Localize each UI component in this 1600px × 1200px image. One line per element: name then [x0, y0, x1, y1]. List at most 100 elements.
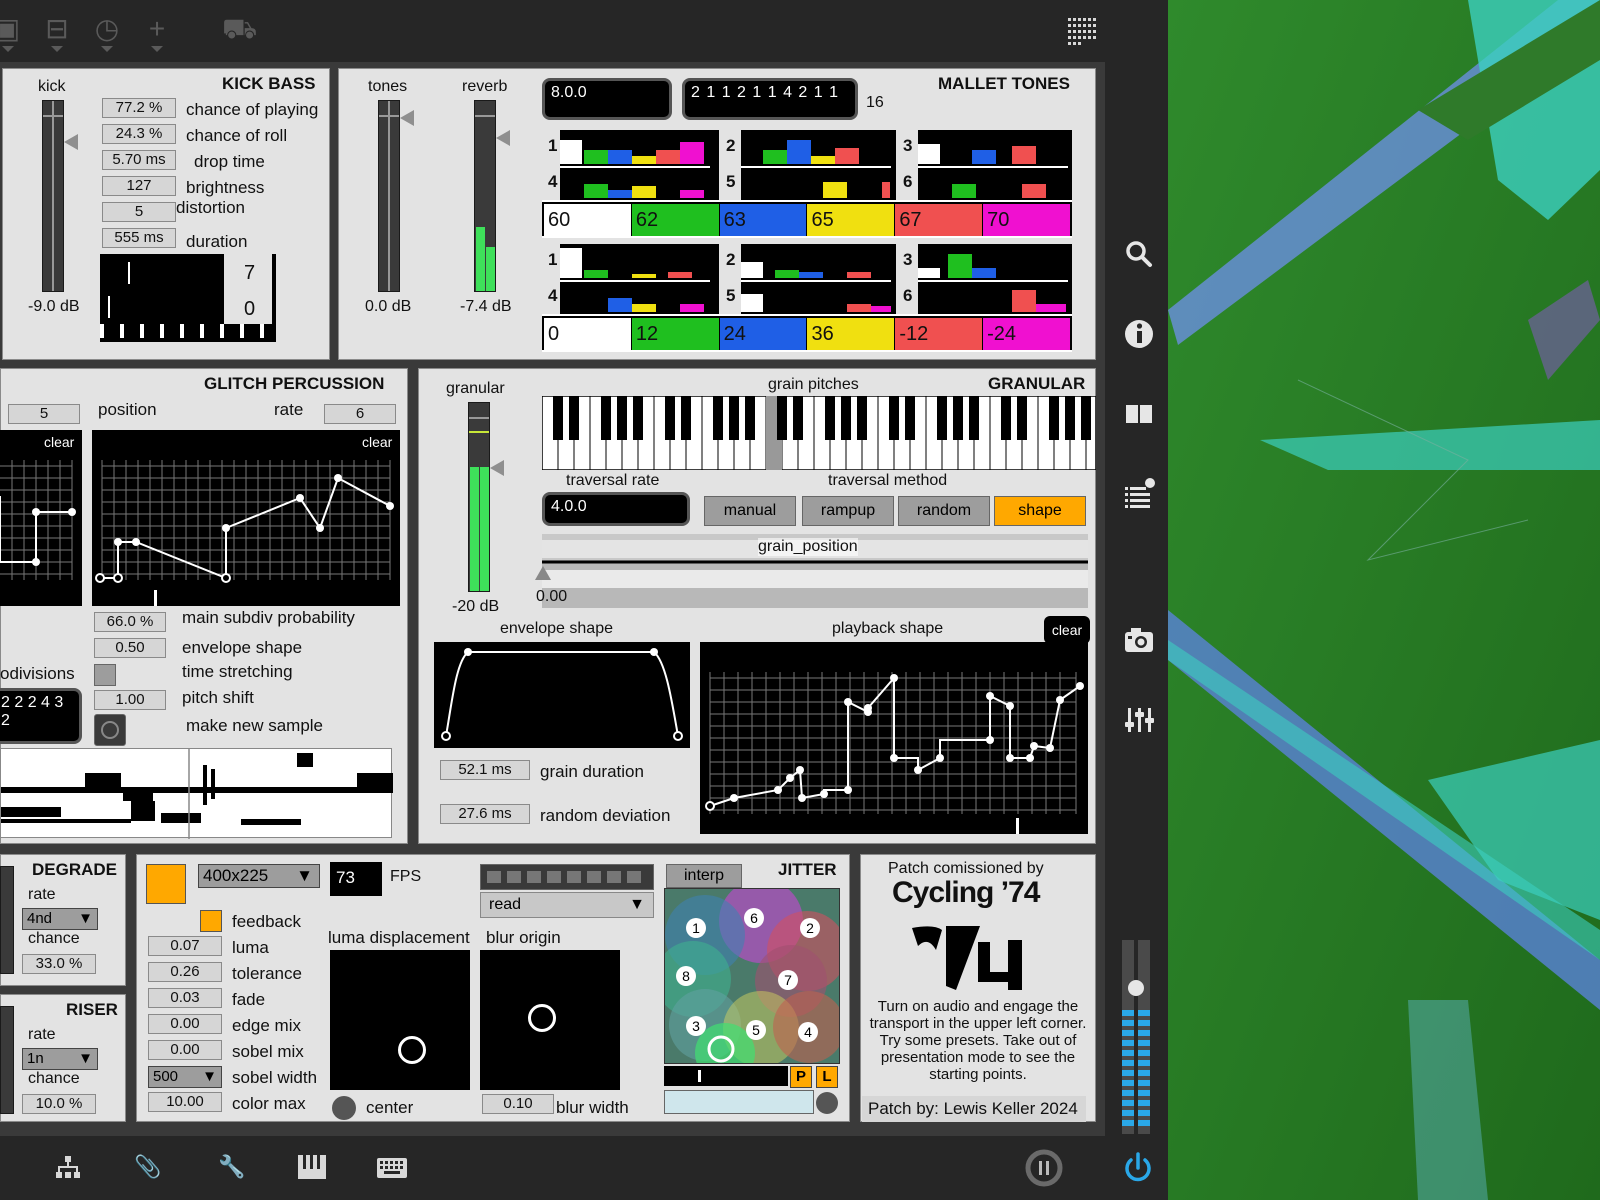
offset-value[interactable]: -12 — [895, 318, 984, 350]
note-value[interactable]: 62 — [631, 204, 720, 236]
method-shape-button[interactable]: shape — [994, 496, 1086, 526]
make-new-sample-button[interactable] — [94, 714, 126, 746]
resolution-dropdown[interactable]: 400x225 ▼ — [198, 864, 320, 888]
grain-duration-field[interactable]: 52.1 ms — [440, 760, 530, 780]
preset-node[interactable]: 1 — [686, 918, 706, 938]
grain-pitches-keyboard[interactable] — [541, 395, 1097, 471]
luma-field[interactable]: 0.07 — [148, 936, 222, 956]
loop-toggle[interactable]: L — [816, 1066, 838, 1088]
add-clip-icon[interactable]: 📎 — [128, 1150, 168, 1184]
blur-handle[interactable] — [528, 1004, 556, 1032]
blur-origin-pad[interactable] — [480, 950, 620, 1090]
cpu-gauge-icon[interactable] — [1024, 1148, 1064, 1188]
note-value[interactable]: 60 — [544, 204, 632, 236]
preset-node[interactable]: 6 — [744, 908, 764, 928]
grid-icon[interactable] — [1066, 14, 1102, 48]
master-volume-meter[interactable] — [1120, 940, 1154, 1134]
time-stretching-toggle[interactable] — [94, 664, 116, 686]
glitch-step-editor-left[interactable] — [0, 430, 82, 606]
subdiv-probability-field[interactable]: 66.0 % — [94, 612, 166, 632]
minus-box-icon[interactable]: ⊟ — [40, 12, 74, 46]
note-value[interactable]: 63 — [719, 204, 808, 236]
play-toggle[interactable]: P — [790, 1066, 812, 1088]
camera-icon[interactable] — [1121, 622, 1157, 658]
search-icon[interactable] — [1121, 236, 1157, 272]
offset-value[interactable]: 24 — [719, 318, 808, 350]
preset-node[interactable]: 5 — [746, 1020, 766, 1040]
clear-button[interactable]: clear — [362, 434, 392, 450]
sobel-width-dropdown[interactable]: 500 ▼ — [148, 1066, 222, 1088]
wrench-icon[interactable]: 🔧 — [212, 1150, 252, 1184]
interp-button[interactable]: interp — [666, 864, 742, 888]
note-value[interactable]: 65 — [807, 204, 896, 236]
playback-shape-editor[interactable] — [700, 642, 1088, 834]
feedback-toggle[interactable] — [200, 910, 222, 932]
envelope-shape-editor[interactable] — [434, 642, 690, 748]
window-icon[interactable]: ▣ — [0, 12, 24, 46]
riser-meter[interactable] — [0, 1006, 14, 1114]
preset-node[interactable]: 8 — [676, 966, 696, 986]
hierarchy-icon[interactable] — [48, 1150, 88, 1184]
subdivisions-list[interactable]: 2 2 2 4 3 2 — [0, 688, 82, 744]
render-toggle[interactable] — [146, 864, 186, 904]
piano-icon[interactable] — [292, 1150, 332, 1184]
chance-of-playing-field[interactable]: 77.2 % — [102, 98, 176, 118]
mallet-pattern-list[interactable]: 2 1 1 2 1 1 4 2 1 1 — [682, 78, 858, 120]
clear-button[interactable]: clear — [44, 434, 74, 450]
preset-name-field[interactable] — [664, 1090, 814, 1114]
degrade-meter[interactable] — [0, 866, 14, 974]
drop-time-field[interactable]: 5.70 ms — [102, 150, 176, 170]
preset-node[interactable]: 7 — [778, 970, 798, 990]
offset-value[interactable]: -24 — [983, 318, 1070, 350]
mallet-tempo-display[interactable]: 8.0.0 — [542, 78, 672, 120]
sobel-mix-field[interactable]: 0.00 — [148, 1040, 222, 1060]
preset-node[interactable]: 3 — [686, 1016, 706, 1036]
chevron-down-icon[interactable] — [151, 46, 163, 52]
luma-handle[interactable] — [398, 1036, 426, 1064]
jitter-position-bar[interactable] — [664, 1066, 788, 1086]
duration-field[interactable]: 555 ms — [102, 228, 176, 248]
chance-of-roll-field[interactable]: 24.3 % — [102, 124, 176, 144]
center-button[interactable] — [332, 1096, 356, 1120]
tones-meter[interactable] — [378, 100, 400, 292]
brightness-field[interactable]: 127 — [102, 176, 176, 196]
chevron-down-icon[interactable] — [101, 46, 113, 52]
mixer-icon[interactable] — [1121, 702, 1157, 738]
preset-node[interactable]: 4 — [798, 1022, 818, 1042]
luma-displacement-pad[interactable] — [330, 950, 470, 1090]
preset-node[interactable]: 2 — [800, 918, 820, 938]
color-max-field[interactable]: 10.00 — [148, 1092, 222, 1112]
fade-field[interactable]: 0.03 — [148, 988, 222, 1008]
granular-gain-slider[interactable] — [490, 460, 504, 476]
method-rampup-button[interactable]: rampup — [802, 496, 894, 526]
keyboard-icon[interactable] — [372, 1150, 412, 1184]
kick-gain-slider[interactable] — [64, 134, 78, 150]
offset-value[interactable]: 0 — [544, 318, 632, 350]
add-icon[interactable]: + — [140, 12, 174, 46]
dial-icon[interactable]: ◷ — [90, 12, 124, 46]
random-deviation-field[interactable]: 27.6 ms — [440, 804, 530, 824]
power-icon[interactable] — [1118, 1148, 1158, 1188]
kick-meter[interactable] — [42, 100, 64, 292]
chevron-down-icon[interactable] — [2, 46, 14, 52]
glitch-waveform[interactable] — [0, 748, 393, 839]
pitch-shift-field[interactable]: 1.00 — [94, 690, 166, 710]
blur-width-field[interactable]: 0.10 — [482, 1094, 554, 1114]
degrade-rate-dropdown[interactable]: 4nd ▼ — [22, 908, 98, 930]
granular-meter[interactable] — [468, 402, 490, 592]
method-manual-button[interactable]: manual — [704, 496, 796, 526]
clear-button[interactable]: clear — [1044, 616, 1090, 644]
preset-store-button[interactable] — [816, 1092, 838, 1114]
offset-value[interactable]: 36 — [807, 318, 896, 350]
chevron-down-icon[interactable] — [51, 46, 63, 52]
glitch-rate-value[interactable]: 6 — [324, 404, 396, 424]
glitch-left-value[interactable]: 5 — [8, 404, 80, 424]
degrade-chance-field[interactable]: 33.0 % — [22, 954, 96, 974]
grain-position-slider[interactable] — [535, 566, 551, 580]
reverb-meter[interactable] — [474, 100, 496, 292]
glitch-position-editor[interactable] — [92, 430, 400, 606]
note-value[interactable]: 67 — [895, 204, 984, 236]
book-icon[interactable] — [1121, 396, 1157, 432]
reverb-gain-slider[interactable] — [496, 130, 510, 146]
riser-rate-dropdown[interactable]: 1n ▼ — [22, 1048, 98, 1070]
